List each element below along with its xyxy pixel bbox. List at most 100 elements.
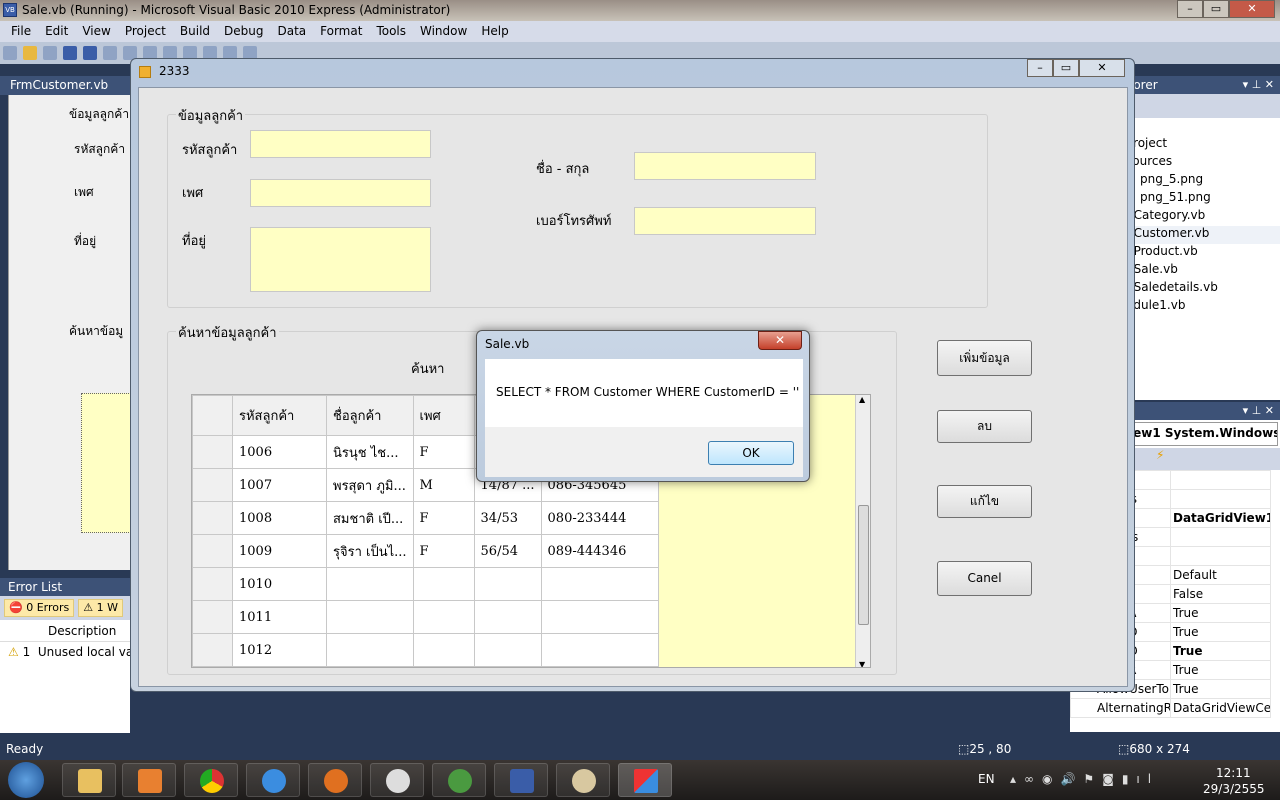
table-cell[interactable] — [473, 600, 542, 634]
row-header[interactable] — [192, 633, 233, 667]
menu-help[interactable]: Help — [474, 21, 515, 42]
table-cell[interactable]: 1012 — [232, 633, 327, 667]
table-row[interactable]: 1012 — [192, 633, 659, 667]
table-cell[interactable]: สมชาติ เปี... — [326, 501, 414, 535]
row-header[interactable] — [192, 600, 233, 634]
property-value[interactable]: Default — [1170, 565, 1271, 585]
property-row[interactable]: AlternatingRc DataGridViewCe — [1070, 698, 1271, 718]
language-indicator[interactable]: EN — [978, 772, 995, 786]
taskbar-explorer[interactable] — [62, 763, 116, 797]
property-value[interactable]: True — [1170, 679, 1271, 699]
phone-input[interactable] — [634, 207, 816, 235]
taskbar-paint[interactable] — [556, 763, 610, 797]
table-cell[interactable]: 56/54 — [473, 534, 542, 568]
clock-date[interactable]: 29/3/2555 — [1203, 782, 1265, 796]
menu-project[interactable]: Project — [118, 21, 173, 42]
property-value[interactable] — [1170, 489, 1271, 509]
table-cell[interactable]: 1008 — [232, 501, 327, 535]
menu-debug[interactable]: Debug — [217, 21, 270, 42]
row-header[interactable] — [192, 468, 233, 502]
message-box-close-button[interactable]: ✕ — [758, 331, 802, 350]
property-value[interactable]: True — [1170, 603, 1271, 623]
property-value[interactable]: True — [1170, 622, 1271, 642]
designer-grid-selected[interactable] — [81, 393, 131, 533]
table-cell[interactable]: นิรนุช ไช... — [326, 435, 414, 469]
gender-input[interactable] — [250, 179, 431, 207]
maximize-button[interactable]: ▭ — [1203, 0, 1229, 18]
table-row[interactable]: 1008 สมชาติ เปี... F 34/53 080-233444 — [192, 501, 659, 535]
events-icon[interactable]: ⚡ — [1156, 448, 1164, 462]
table-cell[interactable] — [326, 567, 414, 601]
taskbar-ie[interactable] — [246, 763, 300, 797]
table-cell[interactable] — [326, 600, 414, 634]
table-cell[interactable]: M — [412, 468, 475, 502]
table-cell[interactable] — [412, 633, 475, 667]
form-close-button[interactable]: ✕ — [1079, 59, 1125, 77]
property-value[interactable] — [1170, 527, 1271, 547]
table-cell[interactable]: 1011 — [232, 600, 327, 634]
taskbar-media-player[interactable] — [122, 763, 176, 797]
property-value[interactable]: DataGridView1 — [1170, 508, 1271, 528]
table-cell[interactable] — [540, 633, 659, 667]
description-column-header[interactable]: Description — [0, 620, 130, 642]
tray-icons[interactable]: ▴∞◉🔊⚑◙▮ıl — [1010, 772, 1159, 786]
taskbar-visual-basic[interactable] — [494, 763, 548, 797]
table-cell[interactable]: รุจิรา เป็นไ... — [326, 534, 414, 568]
table-cell[interactable]: F — [412, 501, 475, 535]
form-maximize-button[interactable]: ▭ — [1053, 59, 1079, 77]
table-cell[interactable]: 089-444346 — [540, 534, 659, 568]
property-name[interactable]: AlternatingRc — [1070, 698, 1171, 718]
table-cell[interactable] — [412, 567, 475, 601]
menu-build[interactable]: Build — [173, 21, 217, 42]
taskbar-messenger[interactable] — [432, 763, 486, 797]
minimize-button[interactable]: – — [1177, 0, 1203, 18]
error-row[interactable]: ⚠ 1 Unused local va — [0, 642, 130, 659]
table-cell[interactable] — [473, 633, 542, 667]
table-cell[interactable]: 1009 — [232, 534, 327, 568]
name-input[interactable] — [634, 152, 816, 180]
clock-time[interactable]: 12:11 — [1216, 766, 1251, 780]
customer-id-input[interactable] — [250, 130, 431, 158]
taskbar-chrome[interactable] — [184, 763, 238, 797]
menu-view[interactable]: View — [75, 21, 117, 42]
scrollbar-thumb[interactable] — [858, 505, 869, 625]
column-header-gender[interactable]: เพศ — [412, 395, 475, 436]
panel-controls-icon[interactable]: ▾ ⊥ ✕ — [1243, 404, 1274, 417]
property-value[interactable]: DataGridViewCe — [1170, 698, 1271, 718]
table-row[interactable]: 1009 รุจิรา เป็นไ... F 56/54 089-444346 — [192, 534, 659, 568]
edit-button[interactable]: แก้ไข — [937, 485, 1032, 518]
menu-tools[interactable]: Tools — [369, 21, 413, 42]
table-cell[interactable]: 1007 — [232, 468, 327, 502]
table-cell[interactable] — [473, 567, 542, 601]
save-all-icon[interactable] — [83, 46, 97, 60]
table-cell[interactable] — [326, 633, 414, 667]
taskbar-firefox[interactable] — [308, 763, 362, 797]
table-row[interactable]: 1010 — [192, 567, 659, 601]
add-button[interactable]: เพิ่มข้อมูล — [937, 340, 1032, 376]
new-project-icon[interactable] — [3, 46, 17, 60]
taskbar-running-form[interactable] — [618, 763, 672, 797]
ok-button[interactable]: OK — [708, 441, 794, 465]
menu-format[interactable]: Format — [313, 21, 369, 42]
errors-filter-button[interactable]: ⛔ 0 Errors — [4, 599, 75, 617]
open-icon[interactable] — [23, 46, 37, 60]
add-item-icon[interactable] — [43, 46, 57, 60]
menu-edit[interactable]: Edit — [38, 21, 75, 42]
save-icon[interactable] — [63, 46, 77, 60]
menu-window[interactable]: Window — [413, 21, 474, 42]
panel-controls-icon[interactable]: ▾ ⊥ ✕ — [1243, 78, 1274, 91]
column-header-id[interactable]: รหัสลูกค้า — [232, 395, 327, 436]
close-button[interactable]: ✕ — [1229, 0, 1275, 18]
table-cell[interactable] — [540, 567, 659, 601]
warnings-filter-button[interactable]: ⚠ 1 W — [78, 599, 123, 617]
address-input[interactable] — [250, 227, 431, 292]
cancel-button[interactable]: Canel — [937, 561, 1032, 596]
grid-vertical-scrollbar[interactable]: ▲ ▼ — [855, 395, 870, 667]
table-row[interactable]: 1011 — [192, 600, 659, 634]
property-value[interactable]: True — [1170, 660, 1271, 680]
row-header[interactable] — [192, 435, 233, 469]
menu-file[interactable]: File — [4, 21, 38, 42]
delete-button[interactable]: ลบ — [937, 410, 1032, 443]
table-cell[interactable]: F — [412, 534, 475, 568]
row-header[interactable] — [192, 501, 233, 535]
